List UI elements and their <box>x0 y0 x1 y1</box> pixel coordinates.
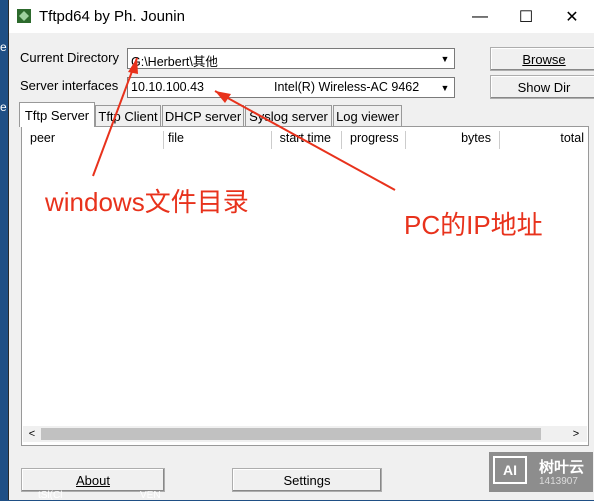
settings-label: Settings <box>283 472 331 488</box>
watermark-text: 树叶云 <box>539 459 585 476</box>
tftpd-window: Tftpd64 by Ph. Jounin — ☐ ✕ Current Dire… <box>8 0 594 500</box>
desktop-text: e <box>0 100 7 114</box>
desktop-text: e <box>0 40 7 54</box>
desktop-text: VEN <box>140 490 161 501</box>
watermark: AI 树叶云 1413907 <box>489 452 593 492</box>
desktop-text: tSl(Cl <box>38 490 63 501</box>
settings-button[interactable]: Settings <box>232 468 382 492</box>
about-label: About <box>76 472 110 488</box>
watermark-logo-icon: AI <box>493 456 527 484</box>
arrow-head-directory <box>128 58 138 74</box>
arrow-line-ip <box>214 90 396 191</box>
arrow-head-ip <box>215 91 231 103</box>
tab-tftp-server[interactable]: Tftp Server <box>19 102 95 127</box>
about-button[interactable]: About <box>21 468 165 492</box>
watermark-subtext: 1413907 <box>539 476 578 487</box>
arrow-line-directory <box>92 57 138 177</box>
annotation-arrows <box>92 57 396 191</box>
